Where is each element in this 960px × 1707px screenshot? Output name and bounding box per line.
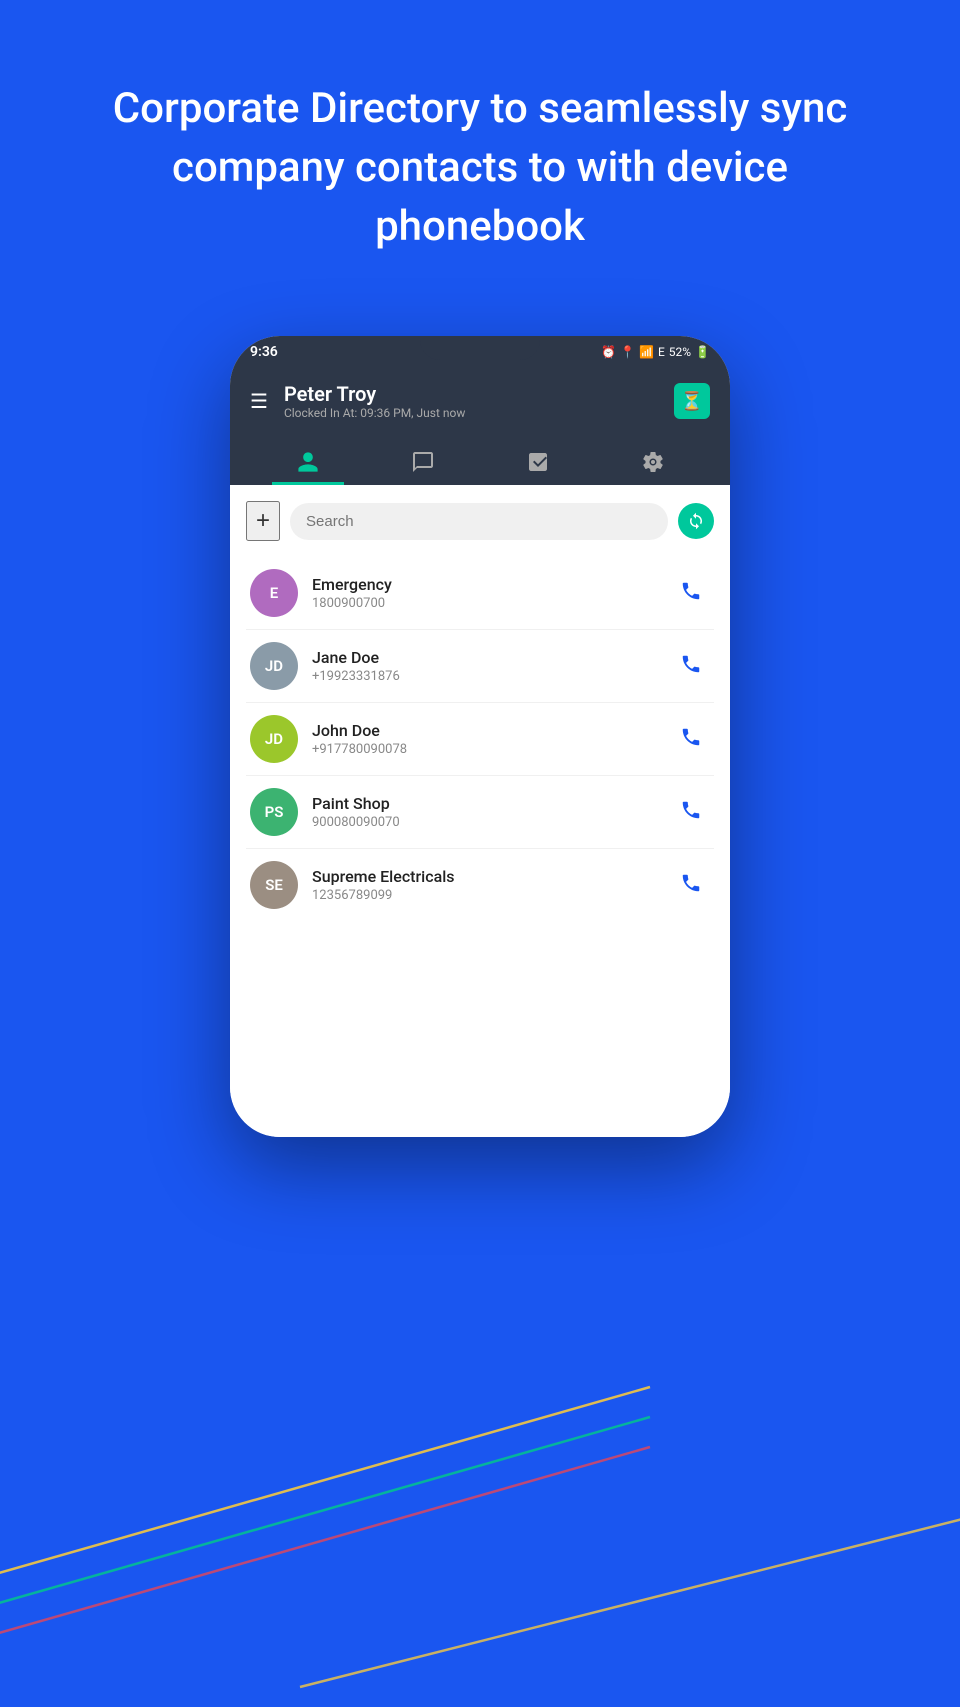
wifi-icon: 📶 — [639, 345, 654, 359]
contact-item-emergency[interactable]: E Emergency 1800900700 — [246, 557, 714, 630]
phone-mockup: 9:36 ⏰ 📍 📶 E 52% 🔋 ☰ Peter Troy Clocked … — [230, 336, 730, 1137]
contact-item-john-doe[interactable]: JD John Doe +917780090078 — [246, 703, 714, 776]
battery-icon: 🔋 — [695, 345, 710, 359]
contact-name-john-doe: John Doe — [312, 721, 672, 740]
contact-name-supreme-electricals: Supreme Electricals — [312, 867, 672, 886]
call-button-john-doe[interactable] — [672, 718, 710, 761]
contact-list: E Emergency 1800900700 JD Jane Doe +1992… — [246, 557, 714, 921]
app-content: + E Emergency 1800900700 — [230, 485, 730, 1137]
call-button-supreme-electricals[interactable] — [672, 864, 710, 907]
user-name: Peter Troy — [284, 382, 674, 406]
contact-phone-john-doe: +917780090078 — [312, 742, 672, 757]
status-time: 9:36 — [250, 344, 278, 360]
notch — [420, 336, 540, 360]
avatar-supreme-electricals: SE — [250, 861, 298, 909]
search-input[interactable] — [290, 503, 668, 540]
user-info: Peter Troy Clocked In At: 09:36 PM, Just… — [284, 382, 674, 420]
call-button-emergency[interactable] — [672, 572, 710, 615]
signal-icon: E — [658, 345, 665, 359]
contact-item-supreme-electricals[interactable]: SE Supreme Electricals 12356789099 — [246, 849, 714, 921]
contact-phone-paint-shop: 900080090070 — [312, 815, 672, 830]
status-bar: 9:36 ⏰ 📍 📶 E 52% 🔋 — [230, 336, 730, 368]
decorative-lines — [0, 1307, 960, 1707]
hamburger-menu[interactable]: ☰ — [250, 389, 268, 413]
add-contact-button[interactable]: + — [246, 501, 280, 541]
avatar-jane-doe: JD — [250, 642, 298, 690]
contact-name-paint-shop: Paint Shop — [312, 794, 672, 813]
call-button-jane-doe[interactable] — [672, 645, 710, 688]
tab-settings[interactable] — [617, 442, 689, 485]
location-icon: 📍 — [620, 345, 635, 359]
avatar-paint-shop: PS — [250, 788, 298, 836]
app-header: ☰ Peter Troy Clocked In At: 09:36 PM, Ju… — [230, 368, 730, 485]
page-headline: Corporate Directory to seamlessly sync c… — [0, 0, 960, 316]
status-icons: ⏰ 📍 📶 E 52% 🔋 — [601, 345, 710, 359]
contact-name-jane-doe: Jane Doe — [312, 648, 672, 667]
content-padding — [246, 921, 714, 1121]
clocked-in-text: Clocked In At: 09:36 PM, Just now — [284, 406, 674, 420]
contact-phone-emergency: 1800900700 — [312, 596, 672, 611]
sync-button[interactable] — [678, 503, 714, 539]
tab-contacts[interactable] — [272, 442, 344, 485]
contact-info-john-doe: John Doe +917780090078 — [312, 721, 672, 757]
contact-info-paint-shop: Paint Shop 900080090070 — [312, 794, 672, 830]
call-button-paint-shop[interactable] — [672, 791, 710, 834]
contact-phone-jane-doe: +19923331876 — [312, 669, 672, 684]
battery-text: 52% — [669, 345, 691, 359]
tab-bar — [250, 434, 710, 485]
contact-info-emergency: Emergency 1800900700 — [312, 575, 672, 611]
alarm-icon: ⏰ — [601, 345, 616, 359]
tab-chat[interactable] — [387, 442, 459, 485]
avatar-emergency: E — [250, 569, 298, 617]
contact-item-jane-doe[interactable]: JD Jane Doe +19923331876 — [246, 630, 714, 703]
avatar-john-doe: JD — [250, 715, 298, 763]
contact-phone-supreme-electricals: 12356789099 — [312, 888, 672, 903]
timer-button[interactable]: ⏳ — [674, 383, 710, 419]
contact-item-paint-shop[interactable]: PS Paint Shop 900080090070 — [246, 776, 714, 849]
contact-name-emergency: Emergency — [312, 575, 672, 594]
contact-info-jane-doe: Jane Doe +19923331876 — [312, 648, 672, 684]
tab-tasks[interactable] — [502, 442, 574, 485]
search-row: + — [246, 501, 714, 541]
contact-info-supreme-electricals: Supreme Electricals 12356789099 — [312, 867, 672, 903]
